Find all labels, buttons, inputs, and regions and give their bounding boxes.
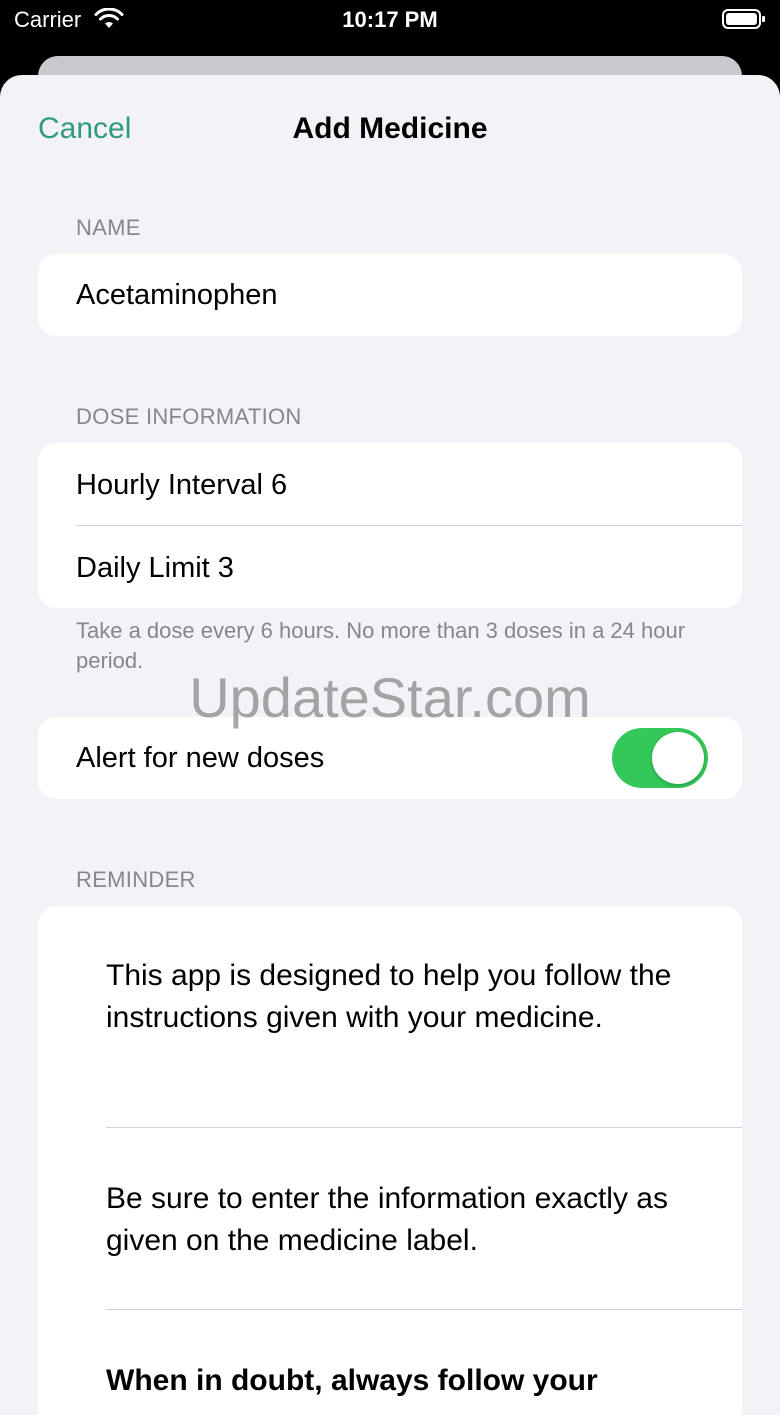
dose-section-header: DOSE INFORMATION <box>76 404 302 429</box>
toggle-knob <box>652 732 704 784</box>
divider <box>106 1127 742 1128</box>
navigation-bar: Cancel Add Medicine <box>0 75 780 183</box>
dose-footer-note: Take a dose every 6 hours. No more than … <box>76 618 686 673</box>
reminder-paragraph: When in doubt, always follow your <box>106 1364 598 1397</box>
divider <box>106 1309 742 1310</box>
name-group: Acetaminophen <box>38 254 742 336</box>
reminder-paragraph: Be sure to enter the information exactly… <box>106 1182 668 1257</box>
page-title: Add Medicine <box>292 112 488 145</box>
reminder-section-header: REMINDER <box>76 867 196 892</box>
name-field[interactable]: Acetaminophen <box>76 277 278 313</box>
status-time: 10:17 PM <box>342 7 438 32</box>
alert-label: Alert for new doses <box>76 742 325 774</box>
alert-group: Alert for new doses <box>38 717 742 799</box>
reminder-group: This app is designed to help you follow … <box>38 906 742 1415</box>
status-bar: Carrier 10:17 PM <box>0 0 780 56</box>
daily-limit-field[interactable]: Daily Limit 3 <box>76 550 234 586</box>
alert-toggle[interactable] <box>612 728 708 788</box>
dose-group: Hourly Interval 6 Daily Limit 3 <box>38 443 742 608</box>
battery-icon <box>722 9 765 29</box>
add-medicine-sheet: Cancel Add Medicine NAME Acetaminophen D… <box>0 75 780 1415</box>
divider <box>76 525 742 526</box>
reminder-paragraph: This app is designed to help you follow … <box>106 959 672 1034</box>
hourly-interval-field[interactable]: Hourly Interval 6 <box>76 467 287 503</box>
name-section-header: NAME <box>76 215 141 240</box>
